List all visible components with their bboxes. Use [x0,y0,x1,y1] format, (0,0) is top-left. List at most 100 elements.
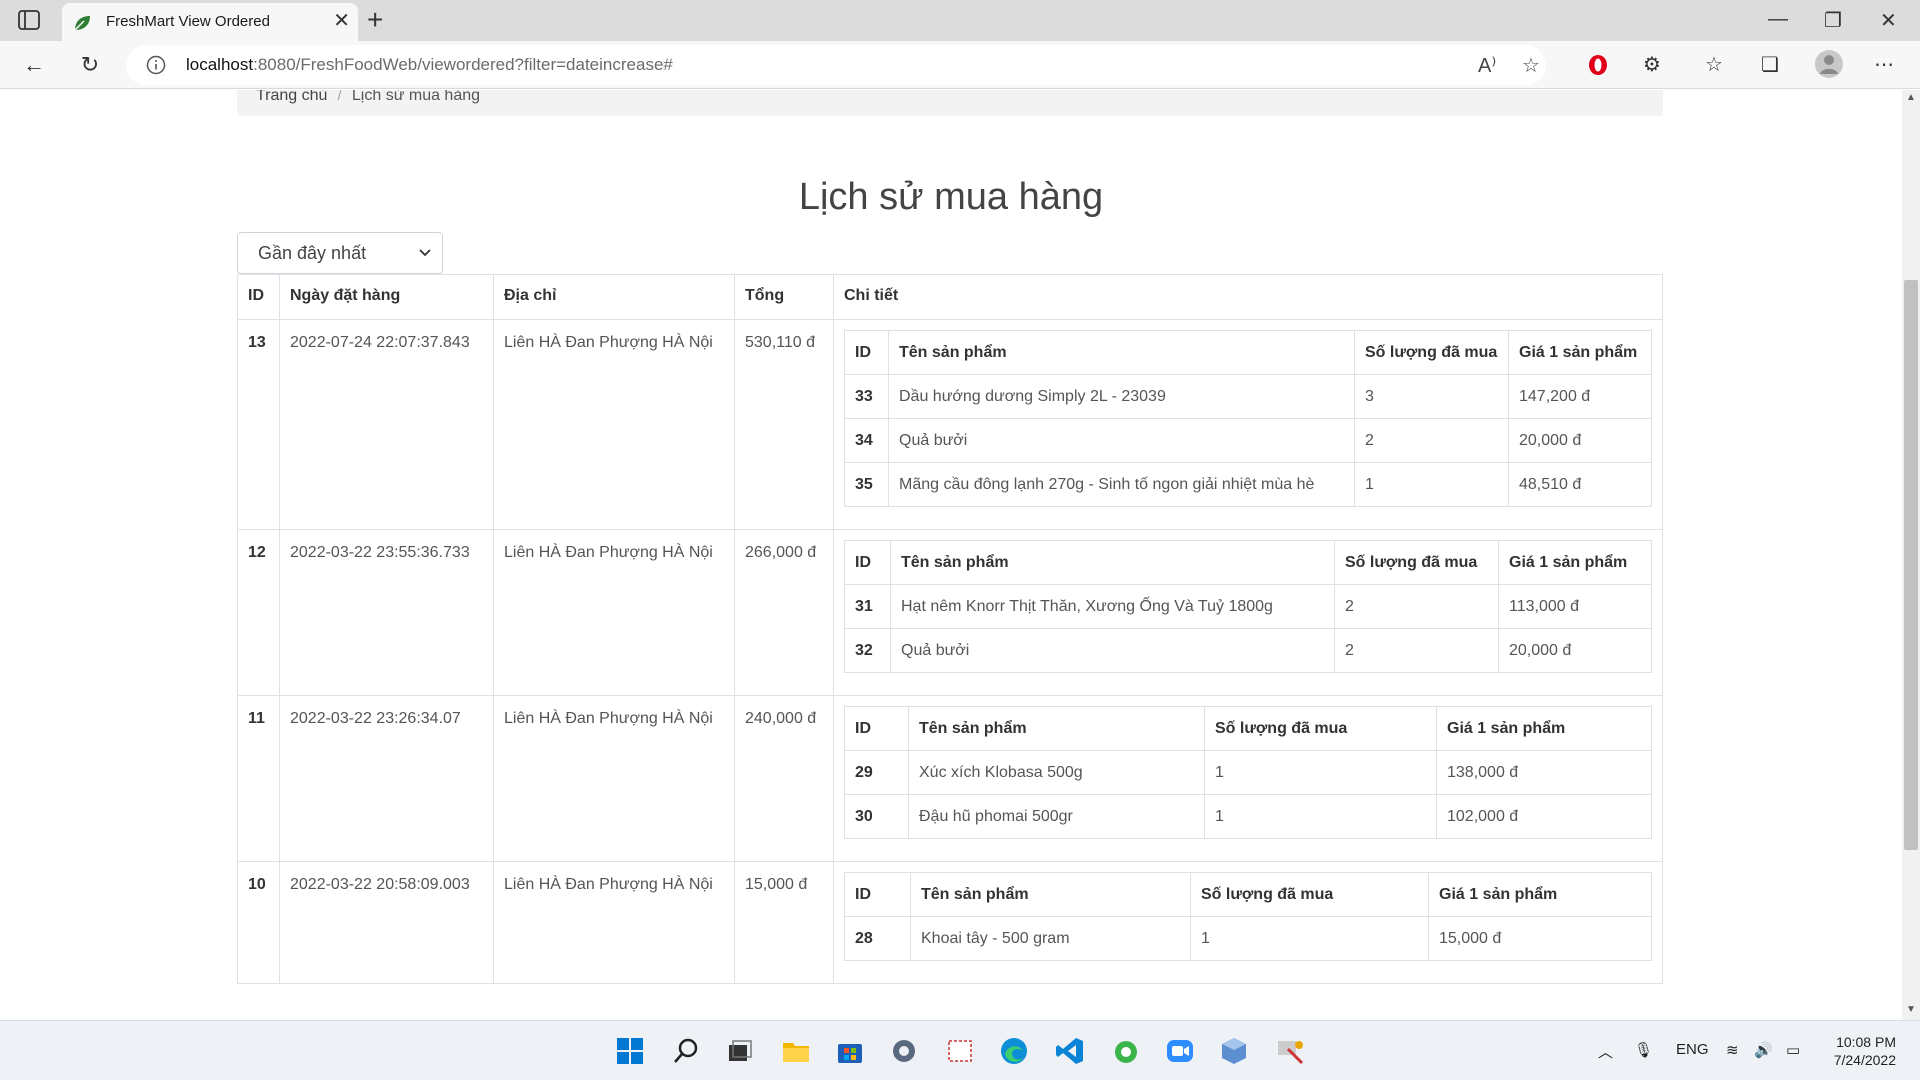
item-header-qty: Số lượng đã mua [1190,872,1429,917]
items-header-row: ID Tên sản phẩm Số lượng đã mua Giá 1 sả… [844,540,1652,585]
clock-time: 10:08 PM [1836,1034,1896,1050]
coccoc-icon[interactable] [1110,1035,1142,1067]
orders-header-row: ID Ngày đặt hàng Địa chỉ Tổng Chi tiết [237,274,1663,320]
item-header-qty: Số lượng đã mua [1334,540,1499,585]
item-header-id: ID [844,330,889,375]
order-items-table: ID Tên sản phẩm Số lượng đã mua Giá 1 sả… [844,872,1652,961]
close-window-icon[interactable]: ✕ [1880,8,1897,33]
windows-taskbar: ︿ 🎙 ENG ≋ 🔊 ▭ 10:08 PM 7/24/2022 [0,1020,1920,1080]
add-favorite-icon[interactable]: ☆ [1522,53,1540,78]
item-id: 32 [844,628,891,673]
breadcrumb-home-link[interactable]: Trang chủ [256,90,327,104]
order-date: 2022-07-24 22:07:37.843 [279,319,494,530]
task-view-icon[interactable] [724,1035,756,1067]
minimize-icon[interactable]: — [1768,8,1788,31]
battery-icon[interactable]: ▭ [1786,1041,1800,1059]
url-field[interactable]: localhost:8080/FreshFoodWeb/viewordered?… [126,45,1546,85]
settings-icon[interactable] [888,1035,920,1067]
header-address: Địa chỉ [493,274,735,320]
profile-avatar[interactable] [1814,49,1844,79]
browser-tab[interactable]: FreshMart View Ordered ✕ [62,3,358,41]
opera-extension-icon[interactable] [1586,53,1610,77]
microphone-icon[interactable]: 🎙 [1634,1041,1653,1059]
more-menu-icon[interactable]: ⋯ [1872,53,1896,77]
url-text: localhost:8080/FreshFoodWeb/viewordered?… [186,55,673,74]
sort-filter-select[interactable]: Gần đây nhất [237,232,443,274]
item-qty: 1 [1190,916,1429,961]
back-icon[interactable]: ← [20,51,48,79]
item-price: 48,510 đ [1508,462,1652,507]
order-details: ID Tên sản phẩm Số lượng đã mua Giá 1 sả… [833,319,1663,530]
item-name: Xúc xích Klobasa 500g [908,750,1205,795]
tab-actions-icon[interactable] [18,10,40,30]
item-row: 33 Dầu hướng dương Simply 2L - 23039 3 1… [844,374,1652,419]
item-id: 29 [844,750,909,795]
order-total: 266,000 đ [734,529,834,696]
item-name: Hạt nêm Knorr Thịt Thăn, Xương Ống Và Tu… [890,584,1335,629]
volume-icon[interactable]: 🔊 [1754,1041,1773,1059]
scroll-down-icon[interactable]: ▼ [1906,1004,1916,1015]
taskbar-clock[interactable]: 10:08 PM 7/24/2022 [1826,1033,1896,1069]
item-price: 102,000 đ [1436,794,1652,839]
order-id: 12 [237,529,280,696]
order-row: 11 2022-03-22 23:26:34.07 Liên HÀ Đan Ph… [237,695,1663,862]
item-qty: 1 [1204,750,1437,795]
order-id: 11 [237,695,280,862]
zoom-icon[interactable] [1164,1035,1196,1067]
order-items-table: ID Tên sản phẩm Số lượng đã mua Giá 1 sả… [844,330,1652,507]
item-id: 34 [844,418,889,463]
item-row: 29 Xúc xích Klobasa 500g 1 138,000 đ [844,750,1652,795]
refresh-icon[interactable]: ↻ [76,51,104,79]
item-qty: 3 [1354,374,1509,419]
read-aloud-icon[interactable]: A⁾ [1478,53,1496,78]
order-details: ID Tên sản phẩm Số lượng đã mua Giá 1 sả… [833,695,1663,862]
collections-icon[interactable]: ❏ [1758,53,1782,77]
favorites-icon[interactable]: ☆ [1702,53,1726,77]
item-row: 34 Quả bưởi 2 20,000 đ [844,418,1652,463]
start-icon[interactable] [614,1035,646,1067]
orders-table: ID Ngày đặt hàng Địa chỉ Tổng Chi tiết 1… [237,274,1663,984]
wifi-icon[interactable]: ≋ [1726,1041,1739,1059]
item-qty: 2 [1354,418,1509,463]
order-address: Liên HÀ Đan Phượng HÀ Nội [493,695,735,862]
input-language[interactable]: ENG [1676,1041,1709,1058]
snipping-tool-icon[interactable] [944,1035,976,1067]
item-header-price: Giá 1 sản phẩm [1498,540,1652,585]
item-header-price: Giá 1 sản phẩm [1436,706,1652,751]
info-icon[interactable] [146,55,166,75]
vscode-icon[interactable] [1054,1035,1086,1067]
chevron-down-icon [419,249,431,257]
scrollbar-thumb[interactable] [1904,280,1918,850]
item-header-id: ID [844,706,909,751]
order-total: 240,000 đ [734,695,834,862]
dev-tools-icon[interactable] [1274,1035,1306,1067]
item-row: 28 Khoai tây - 500 gram 1 15,000 đ [844,916,1652,961]
item-header-name: Tên sản phẩm [908,706,1205,751]
edge-icon[interactable] [998,1035,1030,1067]
close-tab-icon[interactable]: ✕ [333,11,350,31]
virtualbox-icon[interactable] [1218,1035,1250,1067]
page-title: Lịch sử mua hàng [798,176,1104,218]
restore-icon[interactable]: ❐ [1824,8,1842,33]
clock-date: 7/24/2022 [1833,1052,1896,1068]
order-details: ID Tên sản phẩm Số lượng đã mua Giá 1 sả… [833,529,1663,696]
order-items-table: ID Tên sản phẩm Số lượng đã mua Giá 1 sả… [844,706,1652,839]
page-scrollbar[interactable]: ▲ ▼ [1902,90,1920,1020]
store-icon[interactable] [834,1035,866,1067]
search-icon[interactable] [670,1035,702,1067]
item-price: 113,000 đ [1498,584,1652,629]
items-header-row: ID Tên sản phẩm Số lượng đã mua Giá 1 sả… [844,872,1652,917]
item-name: Mãng cầu đông lạnh 270g - Sinh tố ngon g… [888,462,1355,507]
file-explorer-icon[interactable] [780,1035,812,1067]
order-address: Liên HÀ Đan Phượng HÀ Nội [493,861,735,984]
tray-chevron-up-icon[interactable]: ︿ [1598,1041,1613,1062]
scroll-up-icon[interactable]: ▲ [1906,92,1916,103]
item-id: 30 [844,794,909,839]
breadcrumb-separator: / [337,90,342,104]
item-qty: 1 [1354,462,1509,507]
extensions-icon[interactable]: ⚙ [1640,53,1664,77]
item-name: Quả bưởi [888,418,1355,463]
order-row: 10 2022-03-22 20:58:09.003 Liên HÀ Đan P… [237,861,1663,984]
item-row: 35 Mãng cầu đông lạnh 270g - Sinh tố ngo… [844,462,1652,507]
new-tab-icon[interactable]: + [367,6,383,34]
